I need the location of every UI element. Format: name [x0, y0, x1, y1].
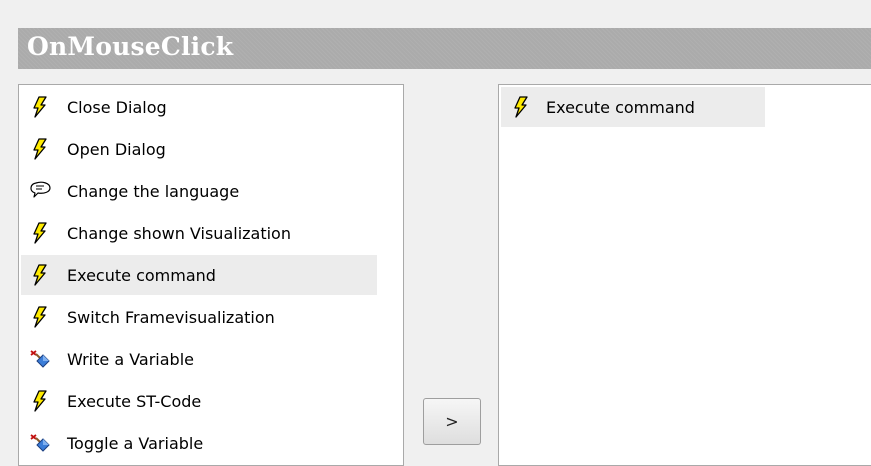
action-label: Change shown Visualization: [67, 223, 291, 243]
action-item-open-dialog[interactable]: Open Dialog: [21, 129, 377, 169]
action-label: Execute ST-Code: [67, 391, 202, 411]
available-actions-list[interactable]: Close Dialog Open Dialog Change the lang…: [18, 84, 404, 466]
action-label: Execute command: [546, 97, 695, 117]
action-item-change-language[interactable]: Change the language: [21, 171, 377, 211]
lightning-bolt-icon: [28, 263, 52, 287]
lightning-bolt-icon: [28, 389, 52, 413]
action-item-write-variable[interactable]: Write a Variable: [21, 339, 377, 379]
action-item-execute-command[interactable]: Execute command: [21, 255, 377, 295]
add-action-button[interactable]: >: [423, 398, 481, 445]
action-item-execute-st-code[interactable]: Execute ST-Code: [21, 381, 377, 421]
assigned-action-execute-command[interactable]: Execute command: [501, 87, 765, 127]
lightning-bolt-icon: [28, 305, 52, 329]
action-item-toggle-variable[interactable]: Toggle a Variable: [21, 423, 377, 463]
action-item-close-dialog[interactable]: Close Dialog: [21, 87, 377, 127]
action-label: Write a Variable: [67, 349, 194, 369]
action-label: Execute command: [67, 265, 216, 285]
action-label: Switch Framevisualization: [67, 307, 275, 327]
lightning-bolt-icon: [28, 221, 52, 245]
action-label: Open Dialog: [67, 139, 166, 159]
action-label: Toggle a Variable: [67, 433, 204, 453]
write-variable-icon: [28, 431, 52, 455]
action-label: Close Dialog: [67, 97, 167, 117]
lightning-bolt-icon: [28, 137, 52, 161]
lightning-bolt-icon: [28, 95, 52, 119]
lightning-bolt-icon: [509, 95, 533, 119]
assigned-actions-list[interactable]: Execute command: [498, 84, 871, 466]
write-variable-icon: [28, 347, 52, 371]
event-header: OnMouseClick: [18, 28, 871, 69]
action-item-switch-framevisualization[interactable]: Switch Framevisualization: [21, 297, 377, 337]
action-item-change-visualization[interactable]: Change shown Visualization: [21, 213, 377, 253]
speech-bubble-icon: [28, 179, 52, 203]
action-label: Change the language: [67, 181, 240, 201]
event-title: OnMouseClick: [27, 32, 234, 61]
